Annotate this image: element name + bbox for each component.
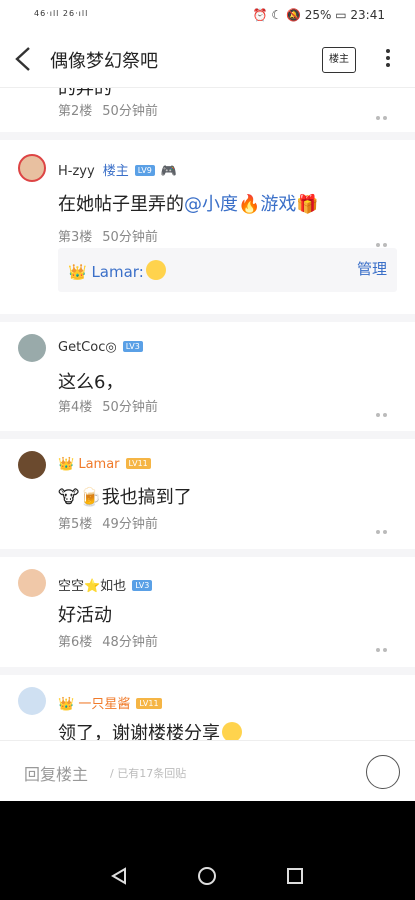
user-name: 空空⭐如也 xyxy=(58,579,127,594)
post-more-icon[interactable] xyxy=(376,637,396,671)
user-name: 一只星酱 xyxy=(78,697,131,712)
clock: 23:41 xyxy=(350,8,385,22)
user-name: GetCoc◎ xyxy=(58,340,117,355)
post-time: 50分钟前 xyxy=(102,104,158,119)
post-floor-5: 👑 Lamar LV11 🐮🍺我也搞到了 第5楼 49分钟前 xyxy=(0,451,415,553)
post-floor-3: H-zyy 楼主 LV9 🎮 在她帖子里弄的@小度🔥游戏🎁 第3楼 50分钟前 👑 La… xyxy=(0,154,415,314)
post-more-icon[interactable] xyxy=(376,519,396,553)
post-meta: 第4楼 50分钟前 xyxy=(58,396,158,415)
nav-home-icon[interactable] xyxy=(198,867,216,885)
page-title: 偶像梦幻祭吧 xyxy=(50,51,158,72)
crown-icon: 👑 xyxy=(58,697,79,712)
post-meta: 第3楼 50分钟前 xyxy=(58,226,158,245)
post-time: 48分钟前 xyxy=(102,635,158,650)
cow-emoji: 🐮🍺 xyxy=(58,487,102,508)
more-menu-icon[interactable] xyxy=(384,46,392,72)
username[interactable]: 空空⭐如也 LV3 xyxy=(58,575,153,594)
game-link[interactable]: 游戏 xyxy=(260,194,296,215)
divider xyxy=(0,314,415,322)
sub-reply-user[interactable]: 👑 Lamar: xyxy=(68,260,166,281)
owner-only-button[interactable]: 楼主 xyxy=(322,47,356,73)
reply-count: / 已有17条回贴 xyxy=(110,767,187,780)
username[interactable]: 👑 一只星酱 LV11 xyxy=(58,693,162,712)
battery-text: 25% xyxy=(304,8,332,22)
floor-label: 第4楼 xyxy=(58,400,93,415)
sub-user-name: Lamar xyxy=(91,263,139,281)
post-meta: 第5楼 49分钟前 xyxy=(58,513,158,532)
divider xyxy=(0,431,415,439)
divider xyxy=(0,667,415,675)
post-floor-6: 空空⭐如也 LV3 好活动 第6楼 48分钟前 xyxy=(0,569,415,671)
post-meta: 第2楼 50分钟前 xyxy=(58,100,158,119)
mention-link[interactable]: @小度 xyxy=(184,194,238,215)
partial-post-text: 的弄的 xyxy=(58,88,112,99)
post-time: 49分钟前 xyxy=(102,517,158,532)
avatar[interactable] xyxy=(18,334,46,362)
avatar[interactable] xyxy=(18,569,46,597)
avatar[interactable] xyxy=(18,451,46,479)
floor-label: 第2楼 xyxy=(58,104,93,119)
emoji-picker-icon[interactable] xyxy=(366,755,400,789)
fire-emoji: 🔥 xyxy=(238,194,261,215)
post-meta: 第6楼 48分钟前 xyxy=(58,631,158,650)
emoji-icon xyxy=(145,260,166,280)
post-time: 50分钟前 xyxy=(102,230,158,245)
nav-recent-icon[interactable] xyxy=(287,868,303,884)
post-floor-4: GetCoc◎ LV3 这么6， 第4楼 50分钟前 xyxy=(0,334,415,436)
nav-back-icon[interactable] xyxy=(111,867,127,885)
game-icon: 🎮 xyxy=(160,164,178,179)
floor-label: 第3楼 xyxy=(58,230,93,245)
status-right: ⏰ ☾ 🔕 25% ▭ 23:41 xyxy=(252,8,385,22)
username[interactable]: 👑 Lamar LV11 xyxy=(58,457,151,472)
user-name: H-zyy xyxy=(58,164,95,179)
top-bar: 偶像梦幻祭吧 楼主 xyxy=(0,32,415,88)
floor-label: 第5楼 xyxy=(58,517,93,532)
post-text: 在她帖子里弄的@小度🔥游戏🎁 xyxy=(58,190,319,216)
username[interactable]: GetCoc◎ LV3 xyxy=(58,340,143,355)
level-badge: LV9 xyxy=(134,165,155,176)
owner-tag: 楼主 xyxy=(102,164,129,179)
text-part: 我也搞到了 xyxy=(101,487,192,508)
crown-icon: 👑 xyxy=(58,457,79,472)
floor-label: 第6楼 xyxy=(58,635,93,650)
gift-icon: 🎁 xyxy=(296,194,319,215)
post-more-icon[interactable] xyxy=(376,105,396,139)
reply-bar: 回复楼主 / 已有17条回贴 xyxy=(0,740,415,801)
divider xyxy=(0,132,415,140)
level-badge: LV3 xyxy=(122,341,143,352)
post-text: 领了，谢谢楼楼分享 xyxy=(58,719,242,740)
post-more-icon[interactable] xyxy=(376,232,396,266)
avatar[interactable] xyxy=(18,687,46,715)
back-icon[interactable] xyxy=(12,44,34,74)
level-badge: LV11 xyxy=(125,458,151,469)
post-time: 50分钟前 xyxy=(102,400,158,415)
text-part: 在她帖子里弄的 xyxy=(58,194,184,215)
divider xyxy=(0,549,415,557)
level-badge: LV11 xyxy=(136,698,162,709)
reply-input[interactable]: 回复楼主 xyxy=(24,761,88,785)
signal-indicators: 46·ıll 26·ıll xyxy=(34,9,89,18)
avatar[interactable] xyxy=(18,154,46,182)
reply-feed: 的弄的 第2楼 50分钟前 H-zyy 楼主 LV9 🎮 在她帖子里弄的@小度🔥游戏🎁 … xyxy=(0,88,415,740)
post-text: 🐮🍺我也搞到了 xyxy=(58,483,192,509)
post-text: 这么6， xyxy=(58,372,124,393)
user-name: Lamar xyxy=(78,457,120,472)
text-part: 领了，谢谢楼楼分享 xyxy=(58,723,220,740)
system-nav-bar xyxy=(0,801,415,900)
post-text: 好活动 xyxy=(58,605,112,626)
status-bar: 46·ıll 26·ıll ⏰ ☾ 🔕 25% ▭ 23:41 xyxy=(0,0,415,32)
username[interactable]: H-zyy 楼主 LV9 🎮 xyxy=(58,160,177,179)
sub-separator: : xyxy=(138,263,144,281)
post-more-icon[interactable] xyxy=(376,402,396,436)
level-badge: LV3 xyxy=(132,580,153,591)
manage-link[interactable]: 管理 xyxy=(357,258,387,279)
emoji-icon xyxy=(222,722,242,740)
post-floor-7: 👑 一只星酱 LV11 领了，谢谢楼楼分享 xyxy=(0,687,415,740)
sub-reply-box: 👑 Lamar: 管理 xyxy=(58,248,397,292)
